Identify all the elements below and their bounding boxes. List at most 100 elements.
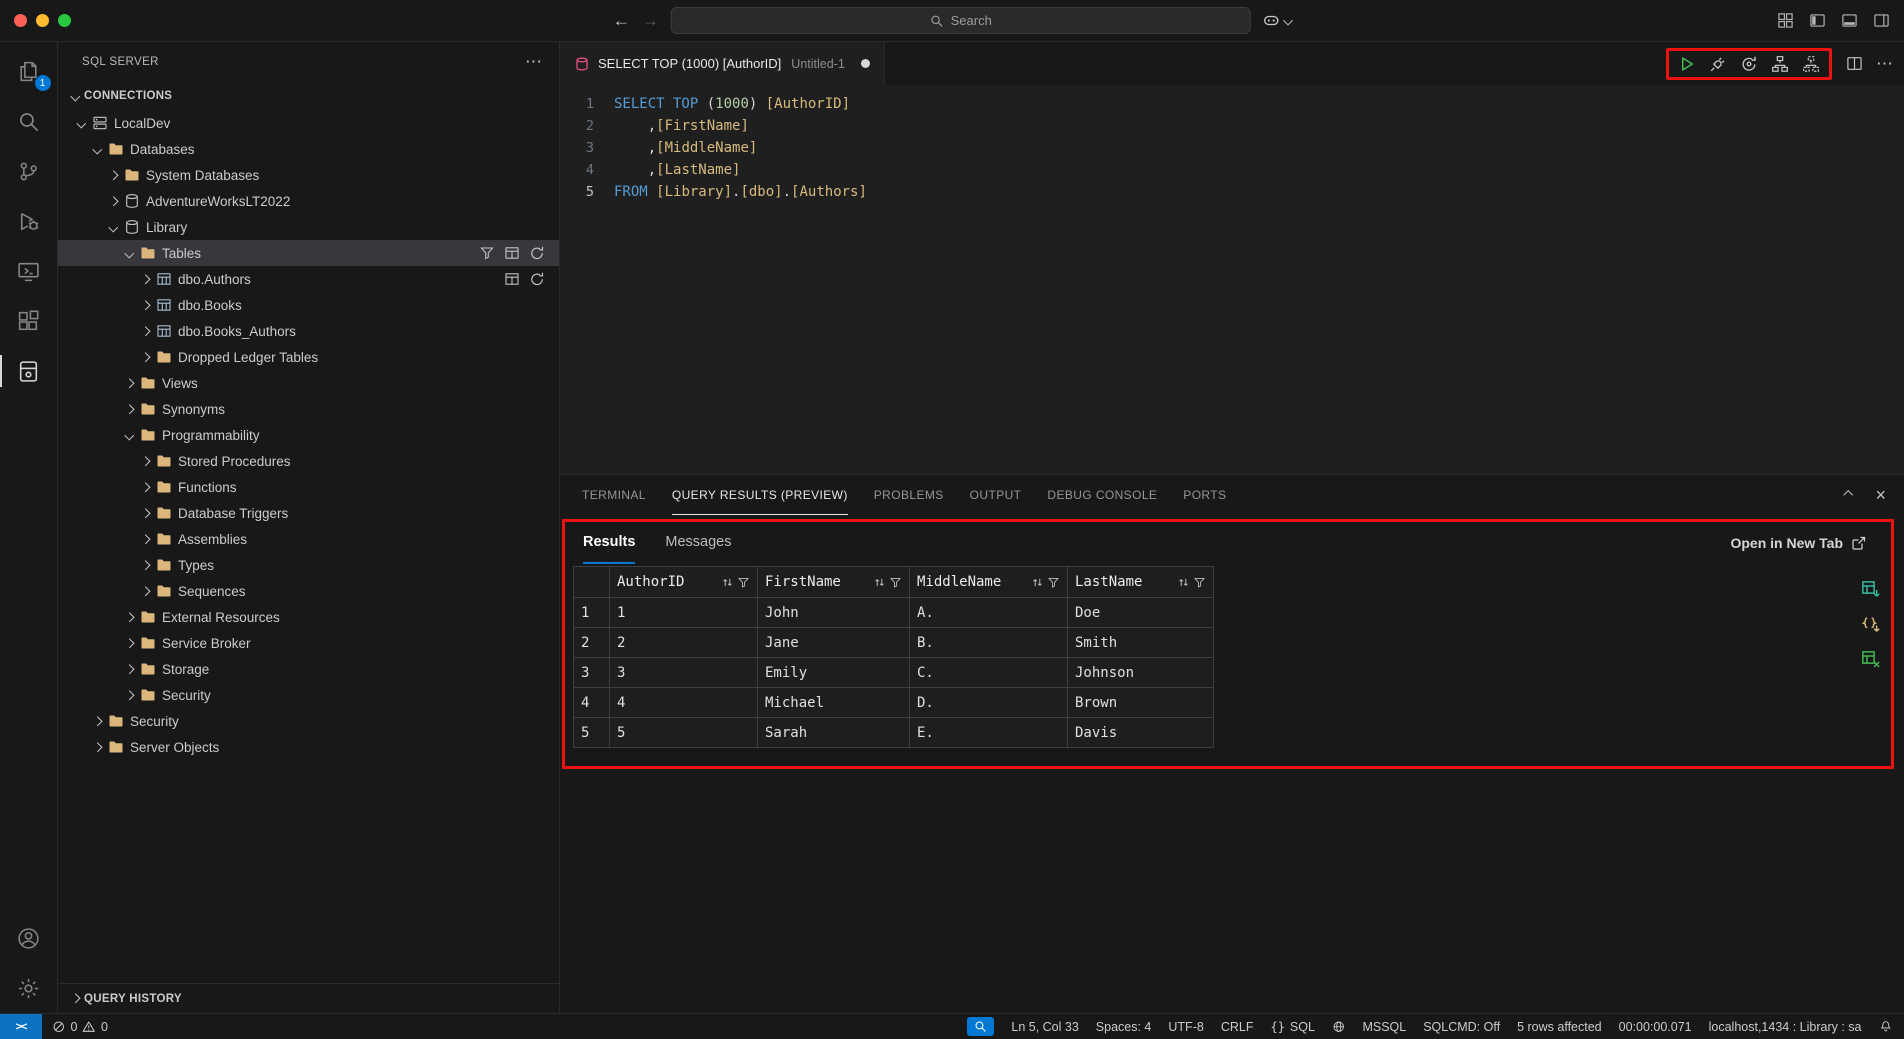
estimated-plan-button[interactable] — [1771, 55, 1789, 73]
row-number-cell[interactable]: 5 — [574, 718, 610, 748]
grid-cell[interactable]: Emily — [758, 658, 910, 688]
row-number-cell[interactable]: 1 — [574, 598, 610, 628]
activity-item-source-control[interactable] — [0, 146, 58, 196]
tree-item-server-objects[interactable]: Server Objects — [58, 734, 559, 760]
grid-cell[interactable]: Michael — [758, 688, 910, 718]
row-number-cell[interactable]: 3 — [574, 658, 610, 688]
panel-tab-output[interactable]: OUTPUT — [970, 475, 1022, 515]
more-actions-icon[interactable]: ⋯ — [1876, 54, 1894, 74]
grid-column-header[interactable]: LastName — [1068, 567, 1214, 598]
grid-cell[interactable]: C. — [910, 658, 1068, 688]
code-line[interactable]: 4 ,[LastName] — [560, 159, 1904, 181]
new-table-icon[interactable] — [504, 245, 520, 261]
tree-item-types[interactable]: Types — [58, 552, 559, 578]
chevron-right-icon[interactable] — [104, 188, 122, 214]
change-connection-button[interactable] — [1740, 55, 1758, 73]
chevron-right-icon[interactable] — [120, 656, 138, 682]
chevron-right-icon[interactable] — [120, 604, 138, 630]
grid-cell[interactable]: 5 — [610, 718, 758, 748]
tree-item-system-databases[interactable]: System Databases — [58, 162, 559, 188]
activity-item-remote-explorer[interactable] — [0, 246, 58, 296]
tree-item-dbo-books[interactable]: dbo.Books — [58, 292, 559, 318]
back-button[interactable]: ← — [613, 11, 630, 31]
tree-item-library[interactable]: Library — [58, 214, 559, 240]
tree-item-dbo-books-authors[interactable]: dbo.Books_Authors — [58, 318, 559, 344]
chevron-right-icon[interactable] — [120, 630, 138, 656]
messages-tab[interactable]: Messages — [665, 522, 731, 564]
zoom-indicator[interactable] — [967, 1017, 994, 1036]
tree-item-storage[interactable]: Storage — [58, 656, 559, 682]
grid-corner-cell[interactable] — [574, 567, 610, 598]
grid-cell[interactable]: A. — [910, 598, 1068, 628]
select-top-icon[interactable] — [504, 271, 520, 287]
close-panel-button[interactable]: × — [1875, 486, 1886, 504]
problems-status[interactable]: 0 0 — [52, 1020, 108, 1034]
tree-item-databases[interactable]: Databases — [58, 136, 559, 162]
status-mssql[interactable]: MSSQL — [1362, 1020, 1406, 1034]
activity-item-search[interactable] — [0, 96, 58, 146]
refresh-icon[interactable] — [529, 271, 545, 287]
tree-item-functions[interactable]: Functions — [58, 474, 559, 500]
tree-item-dropped-ledger-tables[interactable]: Dropped Ledger Tables — [58, 344, 559, 370]
grid-column-header[interactable]: AuthorID — [610, 567, 758, 598]
toggle-secondary-sidebar-icon[interactable] — [1873, 12, 1890, 29]
chevron-right-icon[interactable] — [136, 552, 154, 578]
grid-cell[interactable]: John — [758, 598, 910, 628]
chevron-right-icon[interactable] — [120, 396, 138, 422]
split-editor-icon[interactable] — [1846, 55, 1863, 72]
grid-cell[interactable]: 3 — [610, 658, 758, 688]
status-eol[interactable]: CRLF — [1221, 1020, 1254, 1034]
toggle-panel-icon[interactable] — [1841, 12, 1858, 29]
more-actions-icon[interactable]: ⋯ — [525, 52, 543, 72]
maximize-panel-button[interactable] — [1839, 475, 1857, 515]
grid-cell[interactable]: Smith — [1068, 628, 1214, 658]
status-duration[interactable]: 00:00:00.071 — [1619, 1020, 1692, 1034]
sort-icon[interactable] — [873, 576, 886, 589]
chevron-right-icon[interactable] — [136, 474, 154, 500]
status-globe[interactable] — [1332, 1020, 1346, 1034]
modified-indicator-icon[interactable] — [861, 59, 870, 68]
panel-tab-debug-console[interactable]: DEBUG CONSOLE — [1047, 475, 1157, 515]
panel-tab-query-results[interactable]: QUERY RESULTS (PREVIEW) — [672, 475, 848, 515]
maximize-window-button[interactable] — [58, 14, 71, 27]
grid-cell[interactable]: 2 — [610, 628, 758, 658]
activity-item-extensions[interactable] — [0, 296, 58, 346]
grid-cell[interactable]: Jane — [758, 628, 910, 658]
search-input[interactable]: Search — [671, 7, 1251, 34]
chevron-right-icon[interactable] — [136, 344, 154, 370]
row-number-cell[interactable]: 4 — [574, 688, 610, 718]
notifications-button[interactable] — [1879, 1020, 1893, 1034]
chevron-right-icon[interactable] — [136, 448, 154, 474]
grid-cell[interactable]: 1 — [610, 598, 758, 628]
grid-cell[interactable]: B. — [910, 628, 1068, 658]
toggle-primary-sidebar-icon[interactable] — [1809, 12, 1826, 29]
tree-item-adventureworkslt2022[interactable]: AdventureWorksLT2022 — [58, 188, 559, 214]
editor-tab[interactable]: SELECT TOP (1000) [AuthorID] Untitled-1 — [560, 42, 885, 85]
tree-item-tables[interactable]: Tables — [58, 240, 559, 266]
status-sqlcmd[interactable]: SQLCMD: Off — [1423, 1020, 1500, 1034]
chevron-right-icon[interactable] — [104, 162, 122, 188]
customize-layout-icon[interactable] — [1777, 12, 1794, 29]
tree-item-service-broker[interactable]: Service Broker — [58, 630, 559, 656]
chevron-right-icon[interactable] — [136, 500, 154, 526]
chevron-down-icon[interactable] — [120, 240, 138, 266]
filter-icon[interactable] — [737, 576, 750, 589]
filter-icon[interactable] — [479, 245, 495, 261]
chevron-right-icon[interactable] — [120, 370, 138, 396]
status-encoding[interactable]: UTF-8 — [1168, 1020, 1203, 1034]
copilot-menu-button[interactable] — [1263, 12, 1292, 29]
chevron-right-icon[interactable] — [120, 682, 138, 708]
chevron-right-icon[interactable] — [136, 578, 154, 604]
refresh-icon[interactable] — [529, 245, 545, 261]
chevron-right-icon[interactable] — [136, 318, 154, 344]
run-query-button[interactable] — [1678, 55, 1696, 73]
open-in-new-tab-button[interactable]: Open in New Tab — [1730, 535, 1867, 551]
activity-item-explorer[interactable]: 1 — [0, 46, 58, 96]
grid-cell[interactable]: D. — [910, 688, 1068, 718]
tree-item-security-server[interactable]: Security — [58, 708, 559, 734]
save-as-csv-icon[interactable] — [1861, 580, 1881, 600]
chevron-down-icon[interactable] — [104, 214, 122, 240]
status-language[interactable]: {}SQL — [1270, 1020, 1314, 1034]
tree-item-assemblies[interactable]: Assemblies — [58, 526, 559, 552]
tree-item-security-database[interactable]: Security — [58, 682, 559, 708]
